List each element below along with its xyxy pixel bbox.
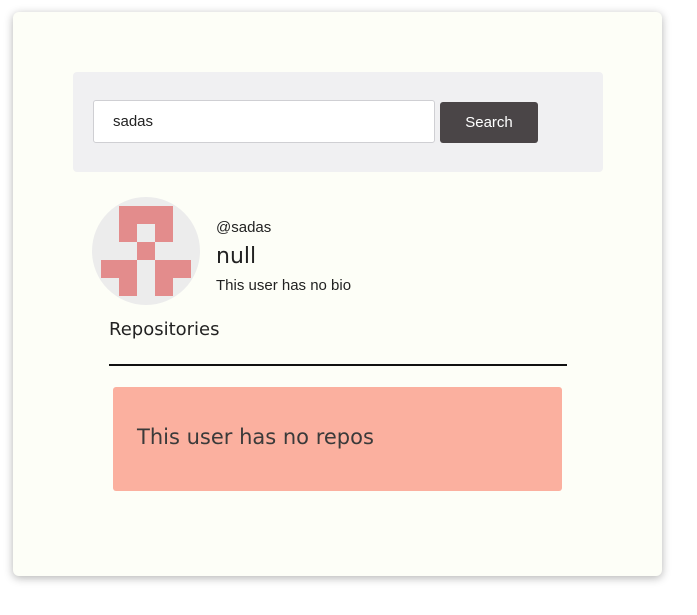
divider — [109, 364, 567, 366]
identicon-avatar-icon — [101, 206, 191, 296]
no-repos-message: This user has no repos — [137, 425, 374, 449]
repositories-heading: Repositories — [109, 319, 220, 340]
search-button[interactable]: Search — [440, 102, 538, 143]
user-display-name: null — [216, 244, 257, 269]
profile-card: Search @sadas null This user has no bio … — [13, 12, 662, 576]
search-panel: Search — [73, 72, 603, 172]
search-input[interactable] — [93, 100, 435, 143]
avatar — [92, 197, 200, 305]
no-repos-alert: This user has no repos — [113, 387, 562, 491]
user-bio: This user has no bio — [216, 277, 352, 294]
user-handle: @sadas — [216, 219, 272, 236]
